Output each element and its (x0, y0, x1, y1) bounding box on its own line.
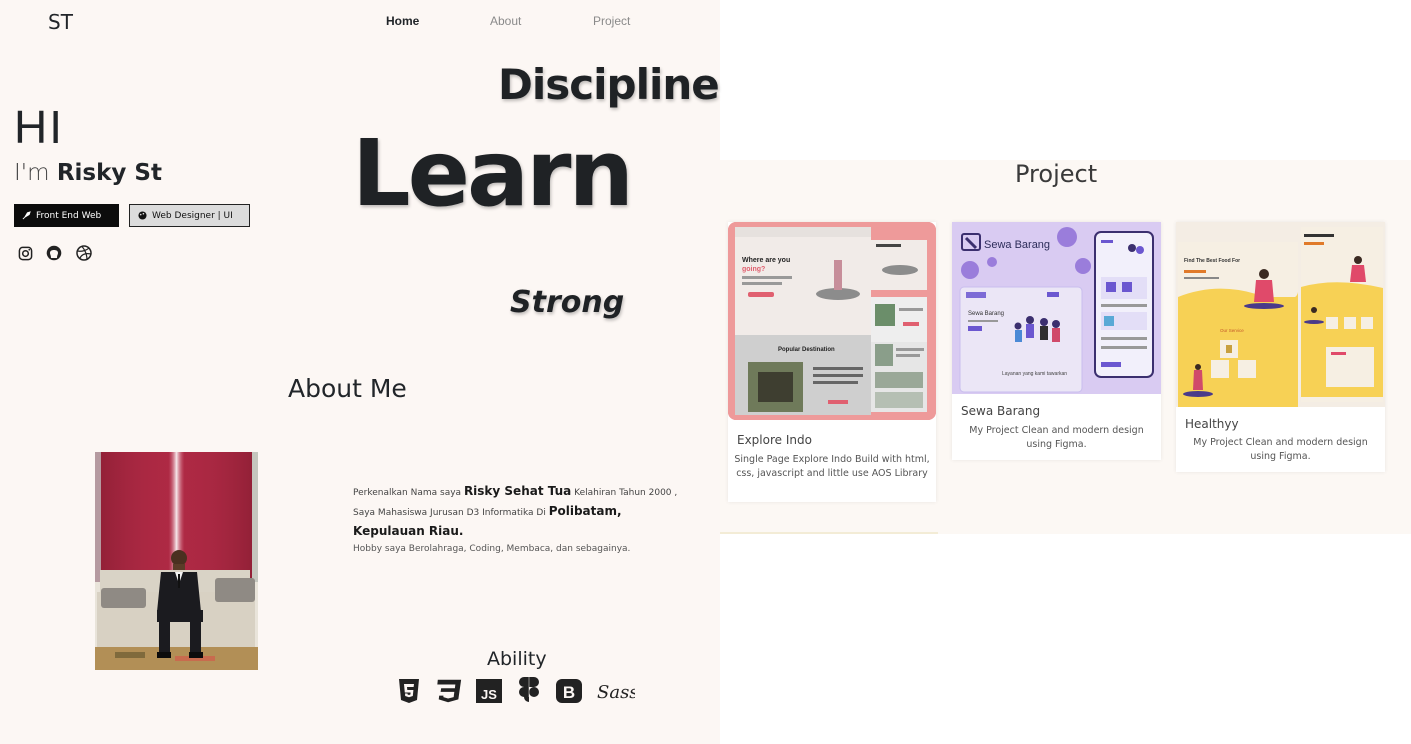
about-text-a: Perkenalkan Nama saya (353, 488, 464, 498)
project-card-explore-indo[interactable]: Where are you going? Popular Destination (728, 222, 936, 502)
about-name: Risky Sehat Tua (463, 484, 572, 498)
hero-word-learn: Learn (352, 120, 634, 227)
nav-home-link[interactable]: Home (386, 14, 419, 28)
portfolio-home-panel: ST Home About Project HI I'm Risky St Fr… (0, 0, 720, 744)
project-title-explore-indo: Explore Indo (737, 433, 812, 447)
about-hobby: Hobby saya Berolahraga, Coding, Membaca,… (353, 544, 631, 554)
nav-project-link[interactable]: Project (593, 14, 630, 28)
dribbble-icon[interactable] (75, 244, 93, 262)
project-card-sewa-barang[interactable]: Sewa Barang Sewa Barang Layanan yang kam… (952, 222, 1161, 460)
about-paragraph: Perkenalkan Nama saya Risky Sehat Tua Ke… (353, 482, 693, 542)
nav-about-link[interactable]: About (490, 14, 521, 28)
thumb-inner: Sewa Barang (968, 311, 1004, 317)
github-icon[interactable] (45, 244, 63, 262)
project-title-sewa-barang: Sewa Barang (961, 404, 1041, 418)
ability-icons: JS B Sass (395, 676, 635, 706)
project-card-healthyy[interactable]: Find The Best Food For Our Service Healt… (1176, 222, 1385, 472)
rocket-icon (22, 211, 31, 220)
thumb-brand: Sewa Barang (984, 239, 1050, 251)
about-title: About Me (288, 374, 407, 403)
section-divider (720, 532, 938, 534)
css3-icon (435, 676, 463, 706)
thumb-headline: Find The Best Food For (1184, 258, 1240, 264)
front-end-badge-label: Front End Web (36, 210, 102, 221)
sass-icon-label: Sass (597, 682, 635, 703)
ability-title: Ability (487, 648, 547, 670)
web-designer-badge: Web Designer | UI (129, 204, 250, 227)
thumb-tagline: Layanan yang kami tawarkan (1002, 371, 1067, 377)
instagram-icon[interactable] (16, 244, 34, 262)
thumb-heading: Where are you (742, 257, 790, 264)
front-end-badge: Front End Web (14, 204, 119, 227)
hero-word-discipline: Discipline (498, 60, 720, 109)
bootstrap-icon-label: B (563, 683, 575, 702)
project-section: Project Where are you going? Popular Des… (720, 160, 1411, 534)
site-logo[interactable]: ST (48, 10, 73, 34)
thumb-highlight: going? (742, 266, 765, 273)
hero-im-label: I'm (14, 160, 50, 186)
project-title-healthyy: Healthyy (1185, 417, 1239, 431)
project-desc-healthyy: My Project Clean and modern design using… (1193, 437, 1368, 462)
hero-greeting: HI (14, 101, 64, 153)
project-thumbnail[interactable]: Where are you going? Popular Destination (728, 222, 936, 420)
profile-photo (95, 452, 258, 670)
hero-name: Risky St (56, 160, 162, 186)
thumb-section: Popular Destination (778, 347, 835, 353)
sass-icon: Sass (595, 676, 635, 706)
hero-intro: I'm Risky St (14, 160, 162, 186)
palette-icon (138, 211, 147, 220)
project-thumbnail[interactable]: Find The Best Food For Our Service (1176, 222, 1385, 407)
project-title: Project (1015, 160, 1098, 188)
js-icon-label: JS (481, 687, 497, 702)
hero-word-strong: Strong (510, 285, 625, 320)
html5-icon (395, 676, 423, 706)
project-thumbnail[interactable]: Sewa Barang Sewa Barang Layanan yang kam… (952, 222, 1161, 394)
figma-icon (515, 676, 543, 706)
thumb-sub: Our Service (1220, 328, 1244, 333)
web-designer-badge-label: Web Designer | UI (152, 210, 233, 221)
project-desc-sewa-barang: My Project Clean and modern design using… (969, 425, 1144, 450)
project-desc-explore-indo: Single Page Explore Indo Build with html… (734, 454, 930, 479)
bootstrap-icon: B (555, 676, 583, 706)
js-icon: JS (475, 676, 503, 706)
